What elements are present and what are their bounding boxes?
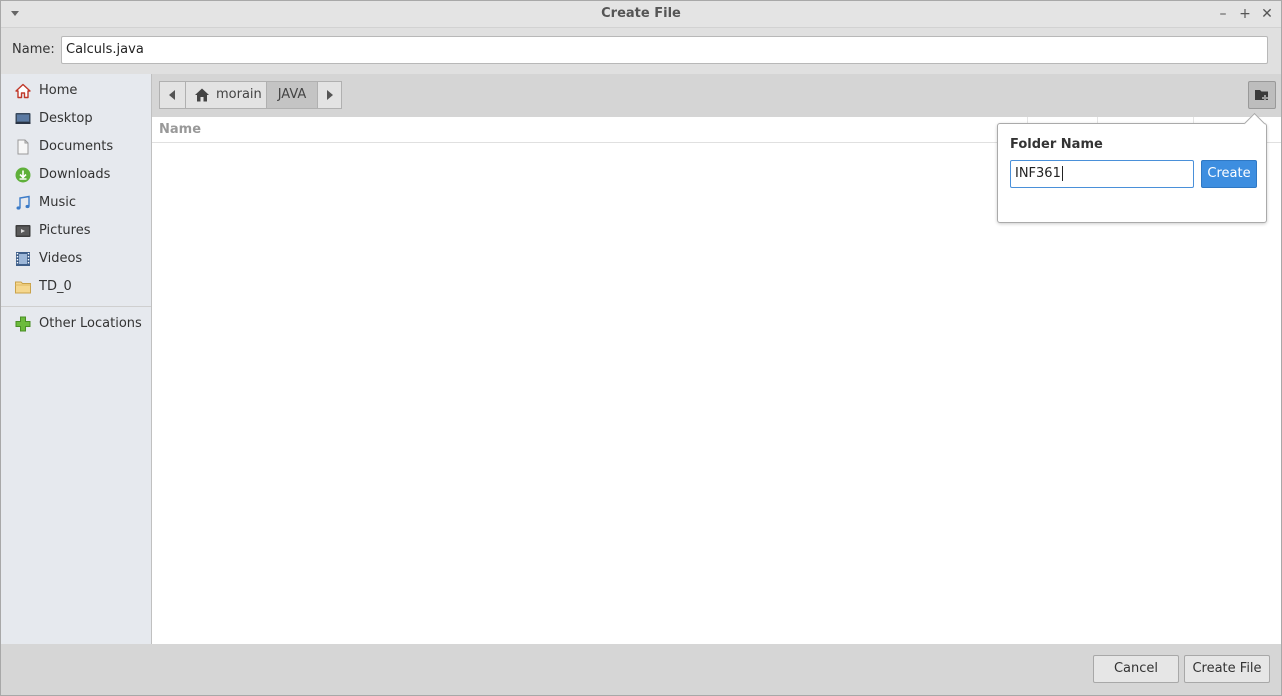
path-forward-button[interactable] (317, 81, 342, 109)
folder-icon (15, 281, 31, 294)
sidebar-item-downloads[interactable]: Downloads (1, 161, 151, 189)
download-icon (15, 167, 31, 183)
sidebar-item-music[interactable]: Music (1, 189, 151, 217)
path-button-home[interactable]: morain (185, 81, 267, 109)
video-icon (16, 252, 30, 266)
folder-name-label: Folder Name (1010, 137, 1103, 152)
sidebar-item-label: TD_0 (39, 279, 72, 294)
sidebar-item-label: Music (39, 195, 76, 210)
plus-icon (15, 316, 31, 332)
create-file-dialog: Create File – + ✕ Name: Calculs.java Hom… (0, 0, 1282, 696)
sidebar-item-desktop[interactable]: Desktop (1, 105, 151, 133)
filename-input[interactable]: Calculs.java (61, 36, 1268, 64)
minimize-button[interactable]: – (1214, 5, 1232, 23)
create-file-button[interactable]: Create File (1184, 655, 1270, 683)
path-bar: morain JAVA (152, 74, 1281, 117)
folder-name-value: INF361 (1015, 166, 1061, 181)
column-name-header[interactable]: Name (159, 122, 201, 137)
path-home-label: morain (216, 87, 262, 102)
title-bar: Create File – + ✕ (1, 1, 1281, 28)
chevron-right-icon (327, 90, 333, 100)
cancel-button[interactable]: Cancel (1093, 655, 1179, 683)
sidebar-item-documents[interactable]: Documents (1, 133, 151, 161)
sidebar-item-label: Home (39, 83, 78, 98)
maximize-button[interactable]: + (1236, 5, 1254, 23)
create-folder-button[interactable]: Create (1201, 160, 1257, 188)
places-sidebar: Home Desktop Documents Downloads Music P… (1, 74, 152, 644)
home-icon (15, 83, 31, 99)
new-folder-popover: Folder Name INF361 Create (997, 112, 1267, 223)
sidebar-item-home[interactable]: Home (1, 77, 151, 105)
sidebar-separator (1, 306, 151, 307)
folder-name-input[interactable]: INF361 (1010, 160, 1194, 188)
close-button[interactable]: ✕ (1258, 5, 1276, 23)
dialog-action-bar: Cancel Create File (1, 644, 1281, 695)
chevron-left-icon (169, 90, 175, 100)
name-bar: Name: Calculs.java (1, 28, 1281, 73)
new-folder-icon (1255, 90, 1268, 101)
sidebar-item-label: Documents (39, 139, 114, 154)
sidebar-item-videos[interactable]: Videos (1, 245, 151, 273)
sidebar-item-label: Videos (39, 251, 83, 266)
home-icon (195, 88, 209, 102)
name-label: Name: (12, 42, 55, 57)
text-cursor (1061, 166, 1063, 181)
sidebar-item-pictures[interactable]: Pictures (1, 217, 151, 245)
window-title: Create File (601, 6, 681, 21)
sidebar-item-label: Downloads (39, 167, 111, 182)
pictures-icon (15, 225, 31, 237)
music-icon (16, 195, 30, 210)
sidebar-item-label: Pictures (39, 223, 91, 238)
path-button-java[interactable]: JAVA (266, 81, 318, 109)
sidebar-item-td0[interactable]: TD_0 (1, 273, 151, 301)
document-icon (17, 139, 29, 155)
sidebar-item-label: Desktop (39, 111, 93, 126)
sidebar-item-label: Other Locations (39, 316, 142, 331)
path-back-button[interactable] (159, 81, 186, 109)
sidebar-item-other-locations[interactable]: Other Locations (1, 310, 151, 338)
desktop-icon (15, 113, 31, 124)
new-folder-button[interactable] (1248, 81, 1276, 109)
